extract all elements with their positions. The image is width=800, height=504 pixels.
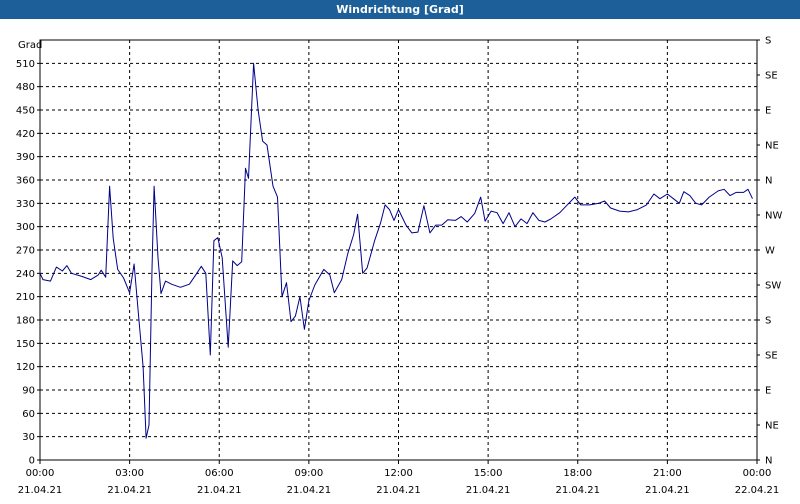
y-tick-label: 60 <box>22 409 35 420</box>
x-tick-time: 00:00 <box>743 468 772 479</box>
y-tick-label: 30 <box>22 432 35 443</box>
x-tick-date: 21.04.21 <box>287 485 332 496</box>
wind-direction-chart: 0 30 60 90 120 150 180 210 240 270 300 330 360 390 420… <box>16 36 783 497</box>
x-tick-date: 22.04.21 <box>735 485 780 496</box>
series-line <box>39 62 753 439</box>
x-tick-time: 18:00 <box>563 468 592 479</box>
x-tick-date: 21.04.21 <box>107 485 152 496</box>
y-axis-right: N NE E SE S SW W NW N NE E SE S <box>757 36 782 467</box>
x-tick-date: 21.04.21 <box>555 485 600 496</box>
x-tick-date: 21.04.21 <box>376 485 421 496</box>
x-tick-time: 06:00 <box>205 468 234 479</box>
chart-canvas: 0 30 60 90 120 150 180 210 240 270 300 330 360 390 420… <box>0 19 800 500</box>
y-tick-label: 330 <box>16 199 35 210</box>
x-tick-time: 21:00 <box>653 468 682 479</box>
y-tick-label: 240 <box>16 269 35 280</box>
y-tick-label: 90 <box>22 386 35 397</box>
x-tick-date: 21.04.21 <box>645 485 690 496</box>
y-tick-label: 450 <box>16 106 35 117</box>
y2-tick-label: W <box>765 246 775 257</box>
x-tick-time: 00:00 <box>26 468 55 479</box>
x-tick-time: 12:00 <box>384 468 413 479</box>
y-tick-label: 480 <box>16 82 35 93</box>
series-group <box>39 62 753 439</box>
y2-tick-label: NE <box>765 421 779 432</box>
y-tick-label: 300 <box>16 222 35 233</box>
x-axis: 00:00 21.04.21 03:00 21.04.21 06:00 21.04.21 0… <box>18 460 780 496</box>
grid <box>40 40 757 460</box>
y2-tick-label: NW <box>765 211 782 222</box>
y2-tick-label: SE <box>765 71 778 82</box>
y2-tick-label: N <box>765 176 772 187</box>
y2-tick-label: SW <box>765 281 781 292</box>
y-tick-label: 420 <box>16 129 35 140</box>
y2-tick-label: SE <box>765 351 778 362</box>
x-tick-date: 21.04.21 <box>197 485 242 496</box>
y-tick-label: 510 <box>16 59 35 70</box>
y2-tick-label: E <box>765 106 771 117</box>
x-tick-date: 21.04.21 <box>466 485 511 496</box>
y2-tick-label: S <box>765 316 771 327</box>
y2-tick-label: NE <box>765 141 779 152</box>
y-axis-left: 0 30 60 90 120 150 180 210 240 270 300 330 360 390 420… <box>16 59 40 467</box>
y2-tick-label: S <box>765 36 771 47</box>
y2-tick-label: N <box>765 456 772 467</box>
y-axis-label: Grad <box>18 40 42 51</box>
y-tick-label: 390 <box>16 152 35 163</box>
x-tick-time: 03:00 <box>115 468 144 479</box>
y-tick-label: 270 <box>16 246 35 257</box>
y-tick-label: 180 <box>16 316 35 327</box>
chart-title: Windrichtung [Grad] <box>0 0 800 19</box>
y-tick-label: 210 <box>16 292 35 303</box>
y-tick-label: 360 <box>16 176 35 187</box>
x-tick-date: 21.04.21 <box>18 485 63 496</box>
y-tick-label: 0 <box>29 456 35 467</box>
y-tick-label: 120 <box>16 362 35 373</box>
x-tick-time: 15:00 <box>474 468 503 479</box>
y2-tick-label: E <box>765 386 771 397</box>
x-tick-time: 09:00 <box>294 468 323 479</box>
y-tick-label: 150 <box>16 339 35 350</box>
